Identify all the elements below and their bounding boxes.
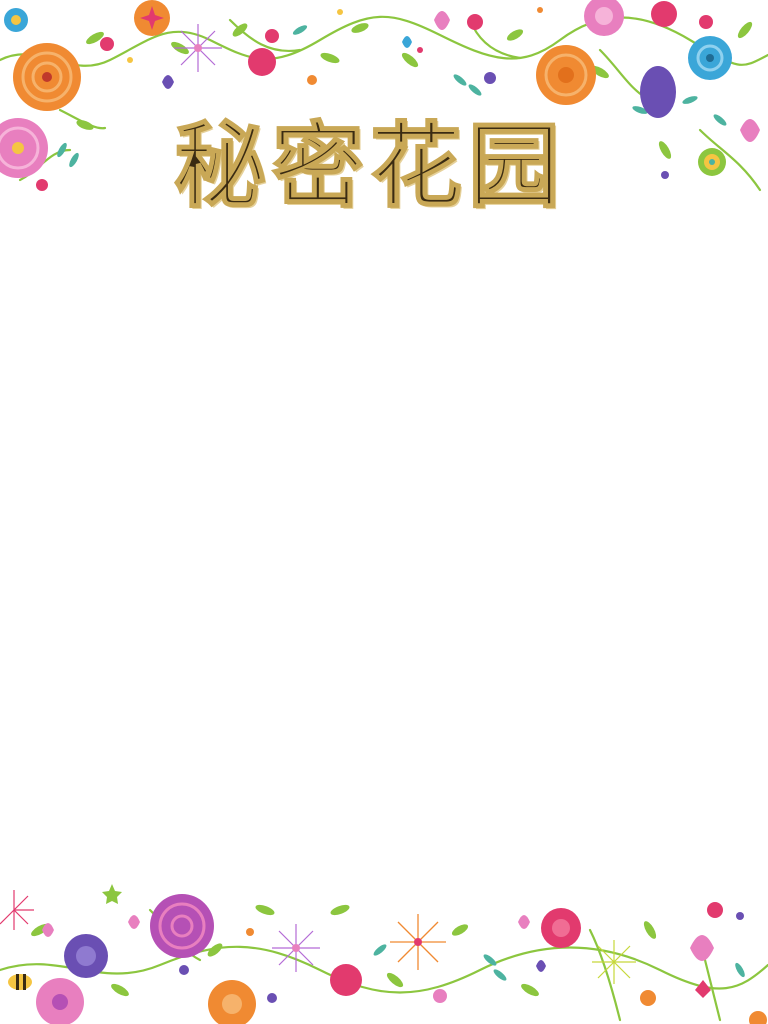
orange-flower-icon — [13, 43, 81, 111]
blank-canvas — [0, 230, 768, 870]
page-title: 秘密花园 — [173, 111, 566, 221]
floral-border-bottom-art — [0, 884, 768, 1024]
page-title-container: 秘密花园 — [140, 98, 600, 221]
floral-border-bottom — [0, 870, 768, 1024]
